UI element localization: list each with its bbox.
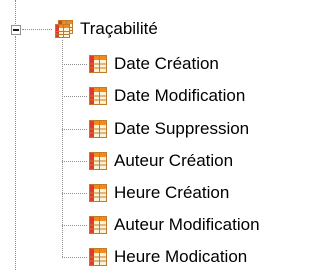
tree-connector-line [62, 225, 87, 226]
tree-connector-line [62, 161, 87, 162]
tree-node-label: Heure Création [114, 183, 230, 202]
tree-node-item[interactable]: Date Création [89, 52, 221, 76]
tree-node-label: Auteur Création [114, 151, 234, 170]
tree-connector-line [22, 29, 52, 30]
tree-node-item[interactable]: Date Suppression [89, 117, 251, 141]
collapse-toggle-button[interactable] [11, 25, 21, 35]
tree-connector-line [15, 36, 16, 270]
table-field-icon [89, 184, 107, 202]
table-field-icon [89, 55, 107, 73]
tree-node-item[interactable]: Auteur Modification [89, 213, 262, 237]
tree-node-label: Date Modification [114, 86, 246, 105]
tree-connector-line [62, 64, 87, 65]
tree-node-label: Date Création [114, 54, 219, 73]
table-field-icon [89, 152, 107, 170]
tree-node-item[interactable]: Auteur Création [89, 149, 235, 173]
tree-node-label: Date Suppression [114, 119, 250, 138]
tree-view: Traçabilité Date Création Date Modificat… [0, 0, 313, 270]
tree-connector-line [62, 96, 87, 97]
tree-node-item[interactable]: Heure Modication [89, 245, 249, 269]
table-field-icon [89, 120, 107, 138]
tree-connector-line [15, 0, 16, 24]
table-field-icon [89, 87, 107, 105]
tree-connector-line [62, 129, 87, 130]
tree-node-label: Auteur Modification [114, 215, 260, 234]
tree-node-item[interactable]: Date Modification [89, 84, 247, 108]
table-group-icon [54, 19, 74, 39]
tree-node-item[interactable]: Heure Création [89, 181, 231, 205]
table-field-icon [89, 216, 107, 234]
tree-node-root[interactable]: Traçabilité [54, 17, 160, 41]
tree-connector-line [62, 193, 87, 194]
tree-node-label: Traçabilité [80, 19, 158, 38]
tree-node-label: Heure Modication [114, 247, 248, 266]
table-field-icon [89, 248, 107, 266]
tree-connector-line [62, 257, 87, 258]
